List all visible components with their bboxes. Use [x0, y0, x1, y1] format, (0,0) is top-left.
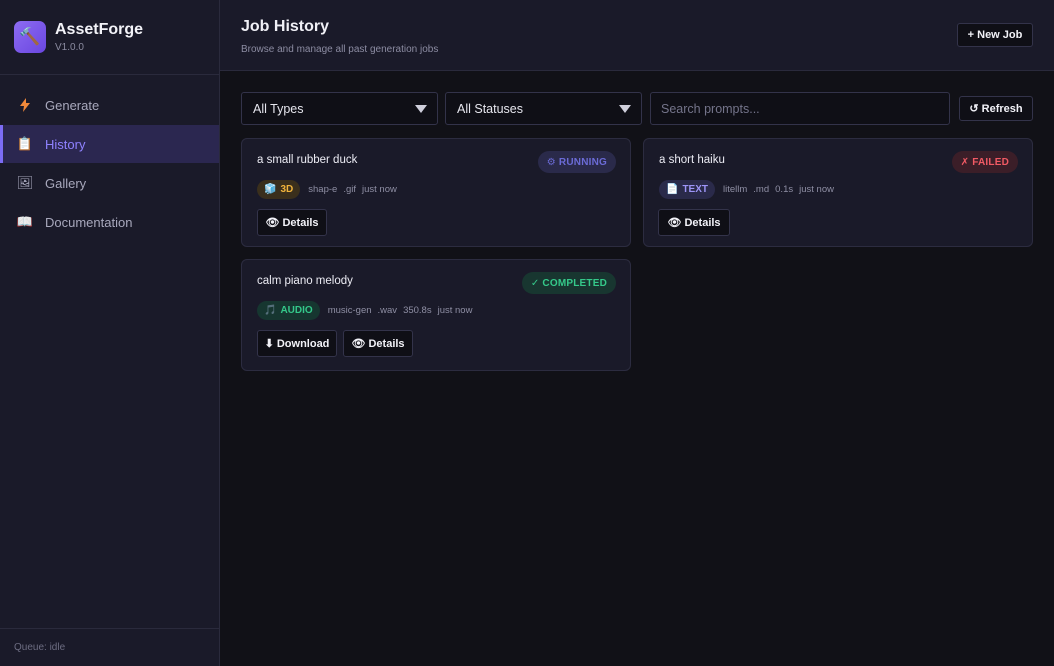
job-card: a small rubber duck ⚙ RUNNING 🧊 3D shap-… [241, 138, 631, 247]
sidebar-item-label: Documentation [45, 214, 133, 230]
page-subtitle: Browse and manage all past generation jo… [241, 44, 439, 55]
brand: 🔨 AssetForge V1.0.0 [0, 0, 219, 75]
type-filter-select[interactable]: All Types [241, 92, 438, 125]
status-badge: ✗ FAILED [951, 151, 1018, 173]
job-meta: 📄 TEXT litellm .md 0.1s just now [659, 180, 840, 199]
job-card: a short haiku ✗ FAILED 📄 TEXT litellm .m… [643, 138, 1033, 247]
type-label: TEXT [682, 184, 709, 195]
status-badge: ⚙ RUNNING [537, 151, 616, 173]
filter-bar: All Types All Statuses ↺ Refresh [241, 92, 1033, 125]
details-button[interactable]: 👁 Details [658, 209, 730, 236]
queue-status: Queue: idle [0, 628, 219, 666]
job-model: music-gen [327, 305, 372, 316]
sidebar-item-history[interactable]: 📋 History [0, 125, 219, 163]
job-model: litellm [723, 184, 748, 195]
job-time: just now [799, 184, 834, 195]
book-icon: 📖 [16, 214, 34, 229]
lightning-icon [17, 98, 33, 112]
type-badge: 📄 TEXT [659, 180, 716, 199]
app-name: AssetForge [55, 21, 144, 38]
new-job-button[interactable]: + New Job [957, 23, 1033, 47]
sidebar-item-label: History [45, 136, 86, 152]
type-badge: 🧊 3D [257, 180, 301, 199]
job-format: .wav [377, 305, 398, 316]
details-button[interactable]: 👁 Details [257, 209, 327, 236]
chevron-down-icon [415, 105, 427, 113]
job-duration: 350.8s [403, 305, 432, 316]
document-icon: 📄 [666, 184, 679, 195]
refresh-button[interactable]: ↺ Refresh [959, 96, 1033, 121]
sidebar-item-gallery[interactable]: 🖼 Gallery [0, 164, 219, 202]
job-format: .gif [343, 184, 356, 195]
app-root: 🔨 AssetForge V1.0.0 Generate 📋 History 🖼… [0, 0, 1054, 666]
app-version: V1.0.0 [55, 42, 84, 53]
status-filter-select[interactable]: All Statuses [445, 92, 642, 125]
job-time: just now [437, 305, 473, 316]
job-prompt: a small rubber duck [257, 154, 358, 166]
sidebar: 🔨 AssetForge V1.0.0 Generate 📋 History 🖼… [0, 0, 220, 666]
type-filter-value: All Types [253, 101, 304, 116]
type-label: 3D [280, 184, 294, 195]
music-note-icon: 🎵 [264, 305, 277, 316]
page-title: Job History [241, 18, 330, 35]
main-content: Job History Browse and manage all past g… [220, 0, 1054, 666]
picture-icon: 🖼 [16, 175, 34, 190]
search-input[interactable] [650, 92, 950, 125]
chevron-down-icon [619, 105, 631, 113]
details-button[interactable]: 👁 Details [343, 330, 413, 357]
status-badge: ✓ COMPLETED [521, 272, 616, 294]
job-card: calm piano melody ✓ COMPLETED 🎵 AUDIO mu… [241, 259, 631, 371]
cube-icon: 🧊 [264, 184, 277, 195]
job-prompt: a short haiku [659, 154, 725, 166]
type-badge: 🎵 AUDIO [257, 301, 320, 320]
job-prompt: calm piano melody [257, 275, 353, 287]
job-time: just now [362, 184, 397, 195]
page-header: Job History Browse and manage all past g… [220, 0, 1054, 71]
type-label: AUDIO [280, 305, 313, 316]
clipboard-icon: 📋 [16, 136, 34, 151]
sidebar-item-generate[interactable]: Generate [0, 86, 219, 124]
sidebar-nav: Generate 📋 History 🖼 Gallery 📖 Documenta… [0, 86, 219, 241]
download-button[interactable]: ⬇ Download [257, 330, 337, 357]
job-duration: 0.1s [775, 184, 794, 195]
sidebar-item-documentation[interactable]: 📖 Documentation [0, 203, 219, 241]
job-meta: 🎵 AUDIO music-gen .wav 350.8s just now [257, 301, 478, 320]
sidebar-item-label: Gallery [45, 175, 87, 191]
status-filter-value: All Statuses [457, 101, 524, 116]
job-format: .md [753, 184, 770, 195]
hammer-icon: 🔨 [14, 21, 46, 53]
sidebar-item-label: Generate [45, 97, 100, 113]
job-model: shap-e [308, 184, 338, 195]
job-meta: 🧊 3D shap-e .gif just now [257, 180, 403, 199]
